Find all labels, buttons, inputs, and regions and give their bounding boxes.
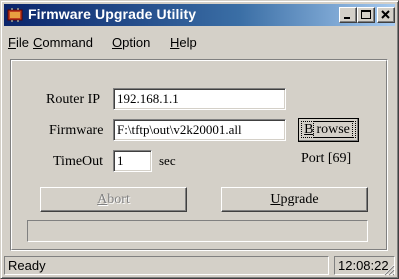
upgrade-label: pgrade xyxy=(280,191,319,207)
menu-help[interactable]: Help xyxy=(170,35,197,50)
close-button[interactable] xyxy=(377,7,395,23)
upgrade-button[interactable]: Upgrade xyxy=(221,187,368,212)
timeout-label: TimeOut xyxy=(53,154,104,169)
status-message-cell: Ready xyxy=(4,256,329,275)
abort-button[interactable]: Abort xyxy=(40,187,187,212)
firmware-label: Firmware xyxy=(49,123,104,138)
minimize-icon xyxy=(344,17,350,19)
close-icon xyxy=(381,10,390,19)
menu-command[interactable]: Command xyxy=(33,35,93,50)
firmware-path-input[interactable] xyxy=(117,122,282,138)
minimize-button[interactable] xyxy=(339,7,357,23)
menu-label: ommand xyxy=(42,35,93,50)
menu-mnemonic: C xyxy=(33,35,43,50)
resize-grip-icon[interactable] xyxy=(381,262,395,276)
status-bar: Ready 12:08:22 xyxy=(4,256,395,276)
router-ip-field[interactable] xyxy=(113,88,286,110)
menu-file[interactable]: File xyxy=(8,35,29,50)
timeout-unit: sec xyxy=(159,153,176,168)
maximize-icon xyxy=(361,10,371,19)
menu-mnemonic: F xyxy=(8,35,16,50)
menu-option[interactable]: Option xyxy=(112,35,150,50)
app-window: Firmware Upgrade Utility File Command Op… xyxy=(0,0,399,279)
window-title: Firmware Upgrade Utility xyxy=(28,6,197,22)
progress-bar xyxy=(27,220,368,242)
chip-icon xyxy=(7,8,23,22)
status-message: Ready xyxy=(8,258,46,273)
menu-label: elp xyxy=(179,35,197,50)
upgrade-mnemonic: U xyxy=(270,191,281,207)
abort-mnemonic: A xyxy=(97,191,108,207)
maximize-button[interactable] xyxy=(357,7,375,23)
abort-label: bort xyxy=(107,191,130,207)
menu-mnemonic: H xyxy=(170,35,180,50)
title-bar[interactable]: Firmware Upgrade Utility xyxy=(4,4,395,26)
menu-label: ile xyxy=(15,35,29,50)
menu-label: ption xyxy=(122,35,151,50)
timeout-field[interactable] xyxy=(113,150,152,172)
router-ip-input[interactable] xyxy=(117,91,282,107)
timeout-input[interactable] xyxy=(117,153,148,169)
port-text: Port [69] xyxy=(301,151,352,166)
firmware-field[interactable] xyxy=(113,119,286,141)
browse-label: rowse xyxy=(313,121,353,138)
menu-mnemonic: O xyxy=(112,35,123,50)
browse-button[interactable]: Browse xyxy=(298,118,359,142)
router-ip-label: Router IP xyxy=(46,92,101,107)
